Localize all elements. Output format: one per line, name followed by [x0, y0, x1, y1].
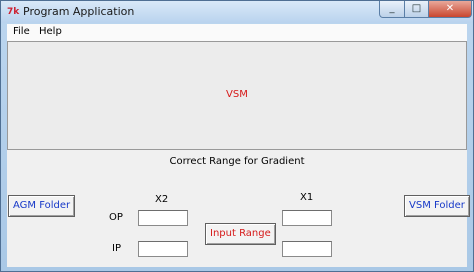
close-icon: ✕: [445, 3, 455, 14]
close-button[interactable]: ✕: [428, 1, 472, 18]
ip-row-label: IP: [112, 243, 121, 254]
vsm-panel: VSM: [7, 41, 467, 150]
agm-folder-button[interactable]: AGM Folder: [8, 195, 76, 217]
ip-x1-field[interactable]: [282, 241, 332, 257]
op-x2-field[interactable]: [138, 210, 188, 226]
menu-bar: File Help: [7, 24, 467, 42]
app-window: 7k Program Application _ □ ✕ File Help V…: [0, 0, 474, 272]
range-caption: Correct Range for Gradient: [169, 156, 305, 167]
vsm-folder-button[interactable]: VSM Folder: [404, 195, 470, 217]
input-range-button[interactable]: Input Range: [205, 223, 276, 245]
window-title: Program Application: [23, 5, 135, 18]
menu-help[interactable]: Help: [39, 26, 62, 37]
menu-file[interactable]: File: [13, 26, 30, 37]
maximize-icon: □: [411, 3, 422, 14]
client-area: File Help VSM Correct Range for Gradient…: [7, 24, 470, 267]
tk-feather-icon[interactable]: 7k: [7, 6, 19, 18]
minimize-button[interactable]: _: [379, 1, 405, 18]
x2-column-label: X2: [155, 194, 169, 205]
maximize-button[interactable]: □: [404, 1, 429, 18]
op-x1-field[interactable]: [282, 210, 332, 226]
minimize-icon: _: [389, 3, 395, 14]
x1-column-label: X1: [300, 192, 314, 203]
op-row-label: OP: [109, 212, 123, 223]
vsm-panel-label: VSM: [226, 89, 248, 100]
title-bar[interactable]: 7k Program Application _ □ ✕: [1, 1, 473, 23]
ip-x2-field[interactable]: [138, 241, 188, 257]
